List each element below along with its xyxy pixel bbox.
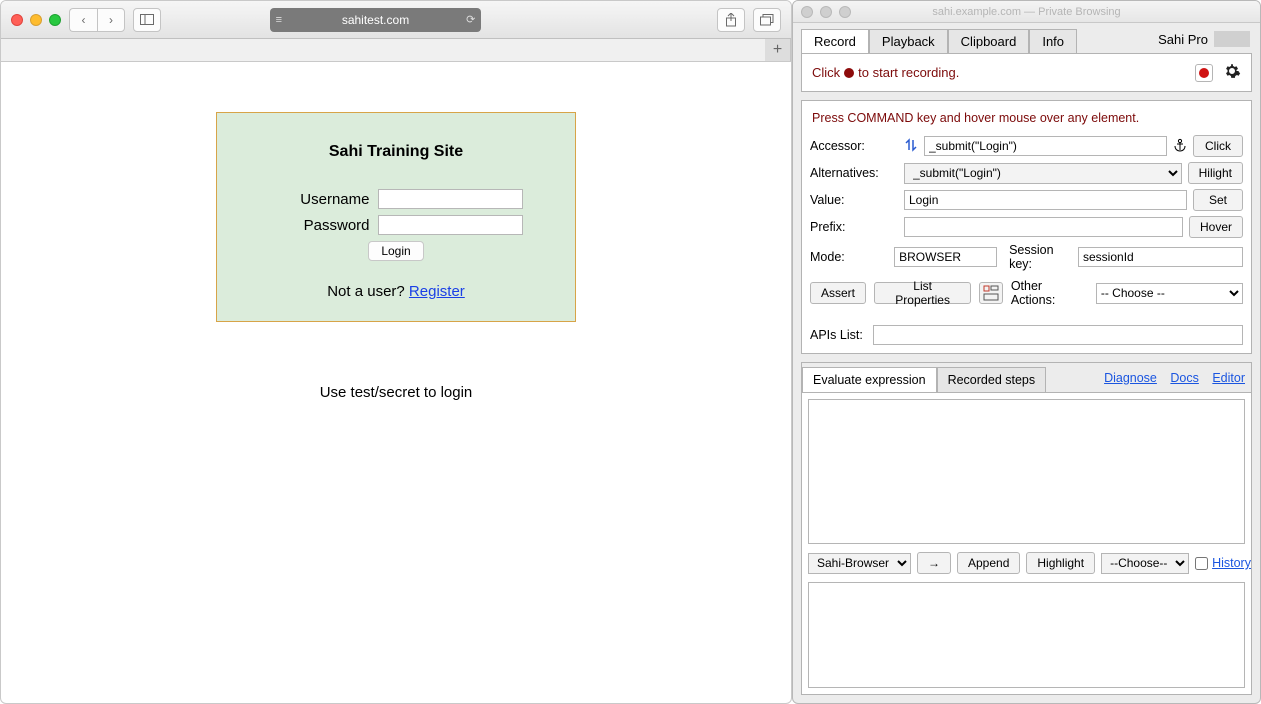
- mode-input[interactable]: [894, 247, 997, 267]
- up-down-icon[interactable]: [904, 138, 918, 155]
- accessor-input[interactable]: [924, 136, 1167, 156]
- window-controls: [11, 14, 61, 26]
- hover-button[interactable]: Hover: [1189, 216, 1243, 238]
- run-arrow-button[interactable]: →: [917, 552, 951, 574]
- password-input[interactable]: [378, 215, 523, 235]
- username-input[interactable]: [378, 189, 523, 209]
- share-button[interactable]: [717, 8, 745, 32]
- accessor-panel: Press COMMAND key and hover mouse over a…: [801, 100, 1252, 354]
- apis-list-input[interactable]: [873, 325, 1243, 345]
- alternatives-label: Alternatives:: [810, 166, 898, 180]
- assert-button[interactable]: Assert: [810, 282, 866, 304]
- back-button[interactable]: ‹: [69, 8, 97, 32]
- accessor-label: Accessor:: [810, 139, 898, 153]
- set-button[interactable]: Set: [1193, 189, 1243, 211]
- append-button[interactable]: Append: [957, 552, 1020, 574]
- apis-list-label: APIs List:: [810, 328, 863, 342]
- page-content: Sahi Training Site Username Password Log…: [1, 62, 791, 703]
- close-window-button[interactable]: [801, 6, 813, 18]
- sahi-controller-window: sahi.example.com — Private Browsing Reco…: [792, 0, 1261, 704]
- tab-clipboard[interactable]: Clipboard: [948, 29, 1030, 53]
- brand-swatch: [1214, 31, 1250, 47]
- register-link[interactable]: Register: [409, 283, 465, 300]
- login-title: Sahi Training Site: [217, 143, 575, 161]
- minimize-window-button[interactable]: [30, 14, 42, 26]
- sahi-main-tab-row: Record Playback Clipboard Info Sahi Pro: [793, 23, 1260, 53]
- choose-action-select[interactable]: --Choose--: [1101, 553, 1189, 574]
- hilight-button[interactable]: Hilight: [1188, 162, 1243, 184]
- tab-playback[interactable]: Playback: [869, 29, 948, 53]
- sahi-titlebar: sahi.example.com — Private Browsing: [793, 1, 1260, 23]
- highlight-button[interactable]: Highlight: [1026, 552, 1095, 574]
- prefix-label: Prefix:: [810, 220, 898, 234]
- sidebar-toggle-button[interactable]: [133, 8, 161, 32]
- tabs-button[interactable]: [753, 8, 781, 32]
- pick-element-icon[interactable]: [979, 282, 1003, 304]
- maximize-window-button[interactable]: [839, 6, 851, 18]
- history-checkbox[interactable]: [1195, 557, 1208, 570]
- history-link[interactable]: History: [1212, 556, 1251, 570]
- not-a-user-text: Not a user?: [327, 283, 409, 300]
- password-label: Password: [270, 217, 370, 234]
- docs-link[interactable]: Docs: [1170, 371, 1198, 385]
- tab-bar: +: [1, 39, 791, 62]
- start-record-button[interactable]: [1195, 64, 1213, 82]
- close-window-button[interactable]: [11, 14, 23, 26]
- eval-links: Diagnose Docs Editor: [1094, 371, 1251, 385]
- sahi-window-title: sahi.example.com — Private Browsing: [932, 6, 1120, 18]
- forward-button[interactable]: ›: [97, 8, 125, 32]
- login-box: Sahi Training Site Username Password Log…: [216, 112, 576, 322]
- anchor-icon[interactable]: [1173, 138, 1187, 155]
- expression-textarea[interactable]: [808, 399, 1245, 544]
- safari-window: ‹ › ≡ sahitest.com ⟳ + Sahi Training Sit…: [0, 0, 792, 704]
- diagnose-link[interactable]: Diagnose: [1104, 371, 1157, 385]
- maximize-window-button[interactable]: [49, 14, 61, 26]
- output-textarea[interactable]: [808, 582, 1245, 688]
- reader-icon: ≡: [276, 14, 282, 26]
- username-label: Username: [270, 191, 370, 208]
- other-actions-select[interactable]: -- Choose --: [1096, 283, 1243, 304]
- session-key-input[interactable]: [1078, 247, 1243, 267]
- session-key-label: Session key:: [1009, 243, 1072, 271]
- reload-icon[interactable]: ⟳: [466, 13, 475, 26]
- record-hint: Click to start recording.: [812, 65, 959, 80]
- tab-info[interactable]: Info: [1029, 29, 1077, 53]
- address-bar[interactable]: ≡ sahitest.com ⟳: [270, 8, 482, 32]
- record-panel: Click to start recording.: [801, 53, 1252, 92]
- brand-label: Sahi Pro: [1158, 31, 1250, 47]
- click-button[interactable]: Click: [1193, 135, 1243, 157]
- alternatives-select[interactable]: _submit("Login"): [904, 163, 1182, 184]
- login-hint: Use test/secret to login: [216, 384, 576, 401]
- new-tab-button[interactable]: +: [765, 39, 791, 61]
- other-actions-label: Other Actions:: [1011, 279, 1088, 307]
- nav-buttons: ‹ ›: [69, 8, 125, 32]
- tab-evaluate-expression[interactable]: Evaluate expression: [802, 367, 937, 392]
- mode-label: Mode:: [810, 250, 888, 264]
- hover-hint: Press COMMAND key and hover mouse over a…: [812, 111, 1243, 125]
- settings-gear-icon[interactable]: [1223, 62, 1241, 83]
- prefix-input[interactable]: [904, 217, 1183, 237]
- tab-recorded-steps[interactable]: Recorded steps: [937, 367, 1047, 392]
- record-dot-icon: [844, 68, 854, 78]
- login-button[interactable]: Login: [368, 241, 423, 261]
- list-properties-button[interactable]: List Properties: [874, 282, 971, 304]
- editor-link[interactable]: Editor: [1212, 371, 1245, 385]
- value-label: Value:: [810, 193, 898, 207]
- target-select[interactable]: Sahi-Browser: [808, 553, 911, 574]
- tab-record[interactable]: Record: [801, 29, 869, 53]
- value-input[interactable]: [904, 190, 1187, 210]
- minimize-window-button[interactable]: [820, 6, 832, 18]
- evaluate-panel: Evaluate expression Recorded steps Diagn…: [801, 362, 1252, 695]
- safari-toolbar: ‹ › ≡ sahitest.com ⟳: [1, 1, 791, 39]
- url-text: sahitest.com: [342, 13, 409, 27]
